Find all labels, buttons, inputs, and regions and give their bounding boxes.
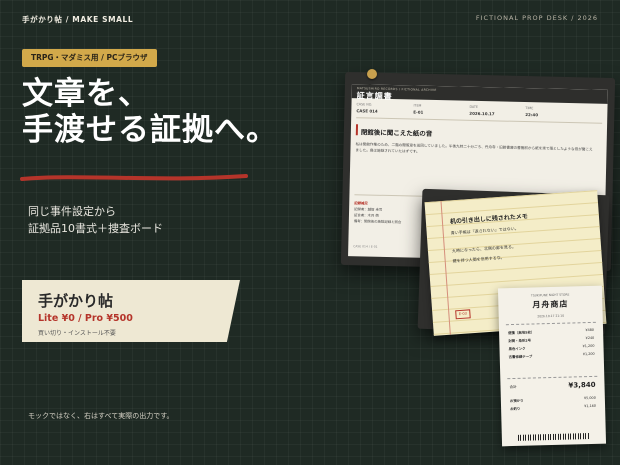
receipt-item-name: 封筒・角形2号 — [508, 338, 532, 344]
clue-item: 備考：閉館後の施錠記録と照合 — [353, 219, 402, 225]
divider — [356, 117, 603, 124]
subheadline: 同じ事件設定から 証拠品10書式＋捜査ボード — [28, 203, 163, 237]
headline: 文章を、 手渡せる証拠へ。 — [22, 76, 278, 148]
receipt-divider — [505, 321, 596, 326]
brand-label: 手がかり帖 / MAKE SMALL — [22, 15, 134, 24]
receipt-item-price: ¥1,200 — [582, 351, 595, 357]
receipt-date: 2026.10.17 21:10 — [537, 313, 565, 319]
receipt-paid: お預かり ¥5,000 — [510, 396, 596, 403]
product-card[interactable]: 手がかり帖 Lite ¥0 / Pro ¥500 買い切り・インストール不要 — [22, 280, 240, 342]
meta-value: 22:40 — [525, 112, 539, 118]
receipt-paid-amount: ¥5,000 — [583, 395, 596, 401]
memo-title: 机の引き出しに残されたメモ — [449, 213, 529, 226]
barcode-icon — [517, 433, 590, 441]
meta-value: E-01 — [413, 109, 424, 115]
headline-line-1: 文章を、 — [22, 76, 150, 112]
receipt-item-price: ¥240 — [585, 335, 595, 341]
meta-key: ITEM — [413, 103, 422, 108]
store-receipt: TSUKIFUNE NIGHT STORE 月舟商店 2026.10.17 21… — [497, 285, 607, 447]
document-body: 私は閉館作業のため、二階の閲覧室を巡回していました。午後九時二十分ごろ、丹舟寺・… — [355, 142, 593, 154]
subheadline-line-2: 証拠品10書式＋捜査ボード — [28, 222, 163, 235]
document-footer: CASE 014 / E-01 — [353, 244, 378, 249]
meta-value: 2026.10.17 — [469, 110, 495, 117]
receipt-total-amount: ¥3,840 — [568, 380, 596, 390]
receipt-item-name: 古書修繕テープ — [508, 354, 533, 360]
receipt-change-amount: ¥1,160 — [584, 403, 597, 409]
memo-stamp: E-03 — [455, 309, 471, 320]
memo-line: 鍵を持つ人間を信用するな。 — [452, 254, 505, 264]
subheadline-line-1: 同じ事件設定から — [28, 205, 116, 218]
receipt-change: お釣り ¥1,160 — [510, 404, 596, 411]
receipt-shop-name: 月舟商店 — [532, 298, 569, 310]
document-header-bar: MATSUSHIRO RECORDS / FICTIONAL ARCHIVE 証… — [351, 84, 608, 104]
platform-badge: TRPG・マダミス用 / PCブラウザ — [22, 49, 157, 67]
document-heading: 閉館後に聞こえた紙の音 — [360, 128, 433, 138]
product-note: 買い切り・インストール不要 — [38, 330, 116, 337]
meta-key: TIME — [525, 106, 534, 111]
receipt-line-item: 古書修繕テープ ¥1,200 — [509, 352, 595, 359]
receipt-item-name: 黒色インク — [508, 346, 526, 352]
receipt-change-label: お釣り — [510, 406, 521, 412]
receipt-line-item: 封筒・角形2号 ¥240 — [508, 336, 594, 343]
footer-note: モックではなく、右はすべて実際の出力です。 — [28, 412, 174, 420]
receipt-total: 合計 ¥3,840 — [509, 380, 596, 390]
heading-accent — [355, 124, 359, 136]
memo-line: 青い手帳は『返されない』ではない。 — [450, 225, 519, 236]
receipt-line-item: 黒色インク ¥1,200 — [508, 344, 594, 351]
document-title: 証言調書 — [356, 90, 393, 102]
meta-value: CASE 014 — [356, 108, 378, 114]
receipt-divider — [507, 375, 598, 380]
headline-line-2: 手渡せる証拠へ。 — [22, 112, 278, 148]
pushpin-icon — [367, 69, 377, 79]
meta-key: DATE — [469, 104, 479, 109]
clue-list: 記録補足 記録者：越智 圭司 証言者：木月 萌 備考：閉館後の施錠記録と照合 — [354, 200, 402, 225]
receipt-item-price: ¥1,200 — [582, 343, 595, 349]
receipt-total-label: 合計 — [509, 384, 517, 390]
desk-label: FICTIONAL PROP DESK / 2026 — [475, 14, 598, 22]
product-price: Lite ¥0 / Pro ¥500 — [38, 313, 133, 324]
receipt-line-item: 便箋（無地5枚） ¥480 — [508, 328, 594, 335]
receipt-item-price: ¥480 — [585, 327, 595, 333]
receipt-item-name: 便箋（無地5枚） — [508, 330, 535, 336]
receipt-paid-label: お預かり — [509, 398, 524, 404]
product-title: 手がかり帖 — [38, 292, 114, 310]
meta-key: CASE NO. — [356, 102, 373, 107]
brush-stroke-divider — [20, 174, 248, 181]
memo-line: 九時になったら、北側の扉を見る。 — [451, 243, 517, 254]
